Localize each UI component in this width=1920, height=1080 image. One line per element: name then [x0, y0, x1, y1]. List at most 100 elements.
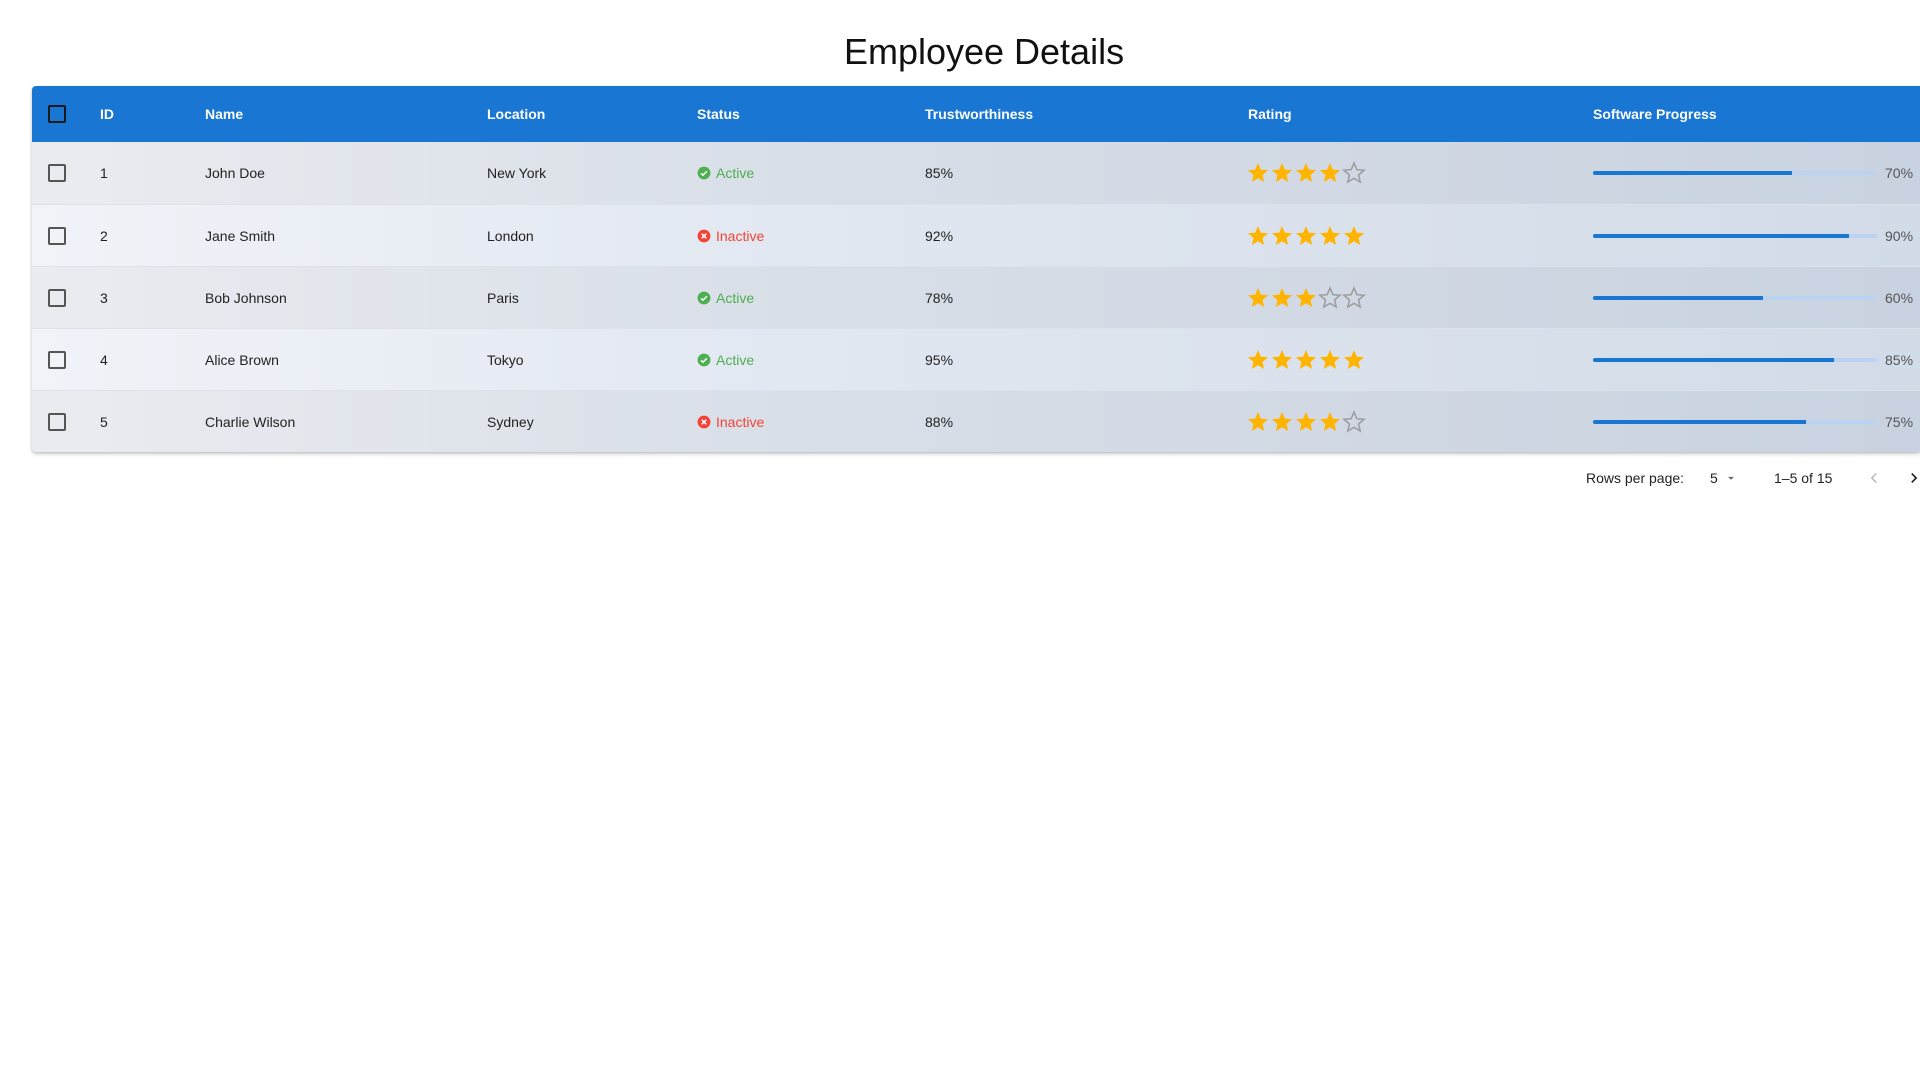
cell-name: Bob Johnson — [205, 290, 287, 306]
rows-per-page-value: 5 — [1710, 470, 1718, 486]
progress-bar-fill — [1593, 171, 1792, 175]
star-outline-icon[interactable] — [1342, 161, 1366, 185]
star-icon[interactable] — [1246, 348, 1270, 372]
cell-name: Alice Brown — [205, 352, 279, 368]
star-icon[interactable] — [1246, 410, 1270, 434]
cell-trustworthiness: 95% — [925, 352, 954, 368]
star-outline-icon[interactable] — [1342, 286, 1366, 310]
star-icon[interactable] — [1270, 286, 1294, 310]
star-rating[interactable] — [1246, 161, 1366, 185]
status-badge: Inactive — [697, 414, 764, 430]
progress-indicator: 75% — [1593, 414, 1913, 430]
star-icon[interactable] — [1294, 410, 1318, 434]
cell-status: Inactive — [697, 391, 764, 452]
table-row[interactable]: 1 John Doe New York Active 85% 70% — [32, 142, 1920, 204]
star-icon[interactable] — [1294, 161, 1318, 185]
star-icon[interactable] — [1246, 161, 1270, 185]
table-row[interactable]: 2 Jane Smith London Inactive 92% 90% — [32, 204, 1920, 267]
cell-trustworthiness: 85% — [925, 165, 954, 181]
cell-name: Charlie Wilson — [205, 414, 296, 430]
star-icon[interactable] — [1342, 348, 1366, 372]
cell-location: Paris — [487, 290, 519, 306]
row-checkbox[interactable] — [48, 351, 66, 369]
progress-bar — [1593, 296, 1877, 300]
column-header-trustworthiness[interactable]: Trustworthiness — [925, 86, 1033, 142]
star-rating[interactable] — [1246, 348, 1366, 372]
column-header-status[interactable]: Status — [697, 86, 740, 142]
star-rating[interactable] — [1246, 410, 1366, 434]
pagination: Rows per page: 5 1–5 of 15 — [0, 458, 1920, 498]
table-row[interactable]: 5 Charlie Wilson Sydney Inactive 88% 75% — [32, 390, 1920, 452]
previous-page-button[interactable] — [1862, 458, 1886, 498]
cell-trustworthiness: 88% — [925, 414, 954, 430]
cell-location: Sydney — [487, 414, 534, 430]
table-row[interactable]: 3 Bob Johnson Paris Active 78% 60% — [32, 266, 1920, 329]
cell-trustworthiness: 92% — [925, 228, 954, 244]
cell-id: 4 — [100, 352, 108, 368]
row-checkbox[interactable] — [48, 227, 66, 245]
next-page-button[interactable] — [1902, 458, 1920, 498]
select-all-checkbox[interactable] — [48, 105, 66, 123]
progress-bar-fill — [1593, 420, 1806, 424]
rows-per-page-label: Rows per page: — [1586, 470, 1685, 486]
chevron-left-icon — [1862, 466, 1886, 490]
column-header-location[interactable]: Location — [487, 86, 545, 142]
status-badge: Active — [697, 290, 754, 306]
star-icon[interactable] — [1246, 224, 1270, 248]
row-checkbox[interactable] — [48, 164, 66, 182]
cell-software-progress: 75% — [1593, 391, 1913, 452]
check-circle-icon — [697, 291, 711, 305]
star-icon[interactable] — [1294, 286, 1318, 310]
cell-software-progress: 90% — [1593, 205, 1913, 267]
star-icon[interactable] — [1246, 286, 1270, 310]
table-row[interactable]: 4 Alice Brown Tokyo Active 95% 85% — [32, 328, 1920, 391]
cell-status: Active — [697, 267, 754, 329]
progress-percent: 75% — [1885, 414, 1914, 430]
star-icon[interactable] — [1318, 224, 1342, 248]
status-label: Inactive — [716, 414, 765, 430]
cancel-circle-icon — [697, 229, 711, 243]
progress-bar — [1593, 358, 1877, 362]
star-icon[interactable] — [1294, 348, 1318, 372]
check-circle-icon — [697, 166, 711, 180]
cell-id: 1 — [100, 165, 108, 181]
star-icon[interactable] — [1318, 161, 1342, 185]
star-icon[interactable] — [1270, 161, 1294, 185]
status-label: Active — [716, 165, 755, 181]
cell-status: Active — [697, 329, 754, 391]
progress-percent: 90% — [1885, 228, 1914, 244]
column-header-id[interactable]: ID — [100, 86, 114, 142]
cell-status: Active — [697, 142, 754, 204]
cell-id: 2 — [100, 228, 108, 244]
column-header-name[interactable]: Name — [205, 86, 243, 142]
star-icon[interactable] — [1342, 224, 1366, 248]
row-checkbox[interactable] — [48, 289, 66, 307]
star-icon[interactable] — [1270, 224, 1294, 248]
star-rating[interactable] — [1246, 224, 1366, 248]
page-title: Employee Details — [843, 31, 1125, 72]
progress-indicator: 90% — [1593, 228, 1913, 244]
star-icon[interactable] — [1294, 224, 1318, 248]
cell-rating — [1246, 267, 1366, 329]
cell-trustworthiness: 78% — [925, 290, 954, 306]
row-checkbox[interactable] — [48, 413, 66, 431]
cell-id: 3 — [100, 290, 108, 306]
cancel-circle-icon — [697, 415, 711, 429]
star-outline-icon[interactable] — [1318, 286, 1342, 310]
row-select-cell — [48, 267, 66, 329]
star-rating[interactable] — [1246, 286, 1366, 310]
progress-bar-fill — [1593, 234, 1849, 238]
star-outline-icon[interactable] — [1342, 410, 1366, 434]
rows-per-page-select[interactable]: 5 — [1710, 458, 1738, 498]
star-icon[interactable] — [1318, 410, 1342, 434]
table-header: ID Name Location Status Trustworthiness … — [32, 86, 1920, 142]
star-icon[interactable] — [1318, 348, 1342, 372]
cell-name: John Doe — [205, 165, 265, 181]
column-header-rating[interactable]: Rating — [1248, 86, 1292, 142]
star-icon[interactable] — [1270, 410, 1294, 434]
column-header-software-progress[interactable]: Software Progress — [1593, 86, 1717, 142]
cell-location: London — [487, 228, 534, 244]
progress-percent: 85% — [1885, 352, 1914, 368]
star-icon[interactable] — [1270, 348, 1294, 372]
pagination-range: 1–5 of 15 — [1774, 470, 1833, 486]
